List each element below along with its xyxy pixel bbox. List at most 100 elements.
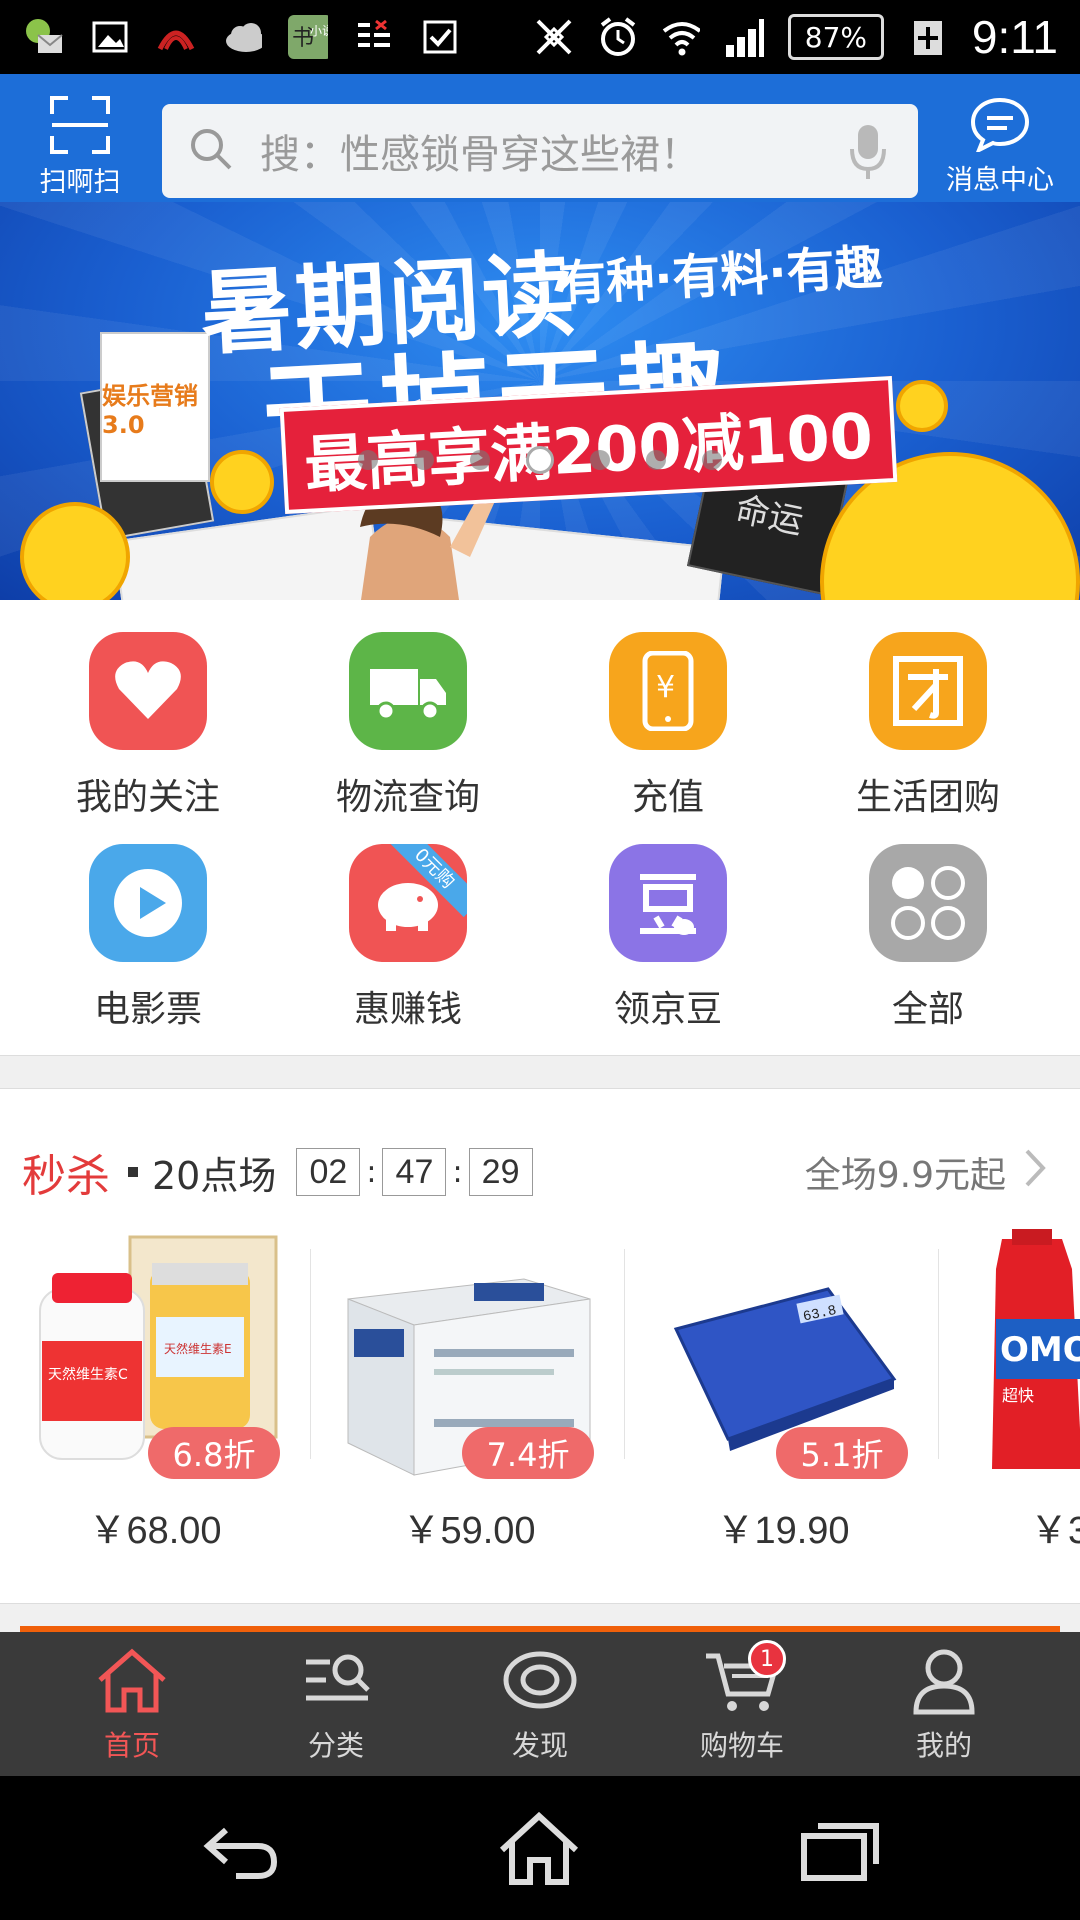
carousel-dot[interactable] <box>646 450 666 470</box>
product-card[interactable]: OMO 超快 ￥3 <box>972 1229 1080 1569</box>
carousel-dot-active[interactable] <box>526 446 554 474</box>
promo-banner[interactable]: 娱乐营销 3.0 命运 暑期阅读 有种·有料·有趣 干掉无趣 最高享满200减1… <box>0 202 1080 600</box>
tab-label: 分类 <box>307 1729 364 1762</box>
phone-recharge-icon: ¥ <box>609 632 727 750</box>
status-bar: 书小说 87% 9:11 <box>0 0 1080 74</box>
product-card[interactable]: 63.8 5.1折 ￥19.90 <box>658 1229 908 1569</box>
microphone-icon[interactable] <box>838 111 898 191</box>
signal-icon <box>724 17 764 57</box>
product-price: ￥19.90 <box>716 1510 850 1552</box>
nfc-off-icon <box>532 17 572 57</box>
search-input[interactable]: 搜：性感锁骨穿这些裙！ <box>260 122 838 180</box>
image-icon <box>90 17 130 57</box>
system-icons: 87% 9:11 <box>532 8 1058 66</box>
system-navigation-bar <box>0 1776 1080 1920</box>
countdown-colon: : <box>366 1154 377 1190</box>
discover-eye-icon <box>500 1646 580 1716</box>
clock: 9:11 <box>971 11 1058 63</box>
product-card[interactable]: 7.4折 ￥59.00 <box>344 1229 594 1569</box>
menu-group-buy[interactable]: 生活团购 <box>798 632 1058 820</box>
scan-button[interactable]: 扫啊扫 <box>30 96 130 199</box>
product-price: ￥59.00 <box>402 1510 536 1552</box>
svg-text:超快: 超快 <box>1002 1386 1034 1405</box>
scan-label: 扫啊扫 <box>39 167 121 198</box>
product-image: OMO 超快 <box>972 1229 1080 1479</box>
tab-label: 发现 <box>511 1729 568 1762</box>
svg-text:OMO: OMO <box>1000 1330 1080 1370</box>
tab-label: 首页 <box>103 1729 160 1762</box>
home-icon <box>92 1646 172 1716</box>
discount-badge: 6.8折 <box>148 1427 280 1479</box>
product-card[interactable]: 天然维生素C 天然维生素E 6.8折 ￥68.00 <box>30 1229 280 1569</box>
bean-icon <box>609 844 727 962</box>
menu-recharge[interactable]: ¥ 充值 <box>538 632 798 820</box>
carousel-dot[interactable] <box>414 450 434 470</box>
checkbox-icon <box>420 17 460 57</box>
svg-text:天然维生素C: 天然维生素C <box>48 1366 128 1383</box>
search-bar[interactable]: 搜：性感锁骨穿这些裙！ <box>162 104 918 198</box>
category-icon <box>296 1646 376 1716</box>
tab-label: 我的 <box>915 1729 972 1762</box>
menu-label: 物流查询 <box>335 777 480 818</box>
quick-menu: 我的关注 物流查询 ¥ 充值 生活团购 电影票 0元购 惠赚钱 领京豆 全部 <box>0 600 1080 1056</box>
message-center-button[interactable]: 消息中心 <box>938 96 1062 197</box>
home-nav-icon[interactable] <box>494 1808 584 1888</box>
menu-label: 电影票 <box>93 989 202 1030</box>
menu-label: 全部 <box>891 989 964 1030</box>
play-icon <box>89 844 207 962</box>
product-image: 7.4折 <box>344 1229 594 1479</box>
discount-badge: 7.4折 <box>462 1427 594 1479</box>
svg-text:小说: 小说 <box>310 23 328 38</box>
svg-text:¥: ¥ <box>656 670 675 705</box>
flash-sale-products: 天然维生素C 天然维生素E 6.8折 ￥68.00 7.4折 ￥59.00 63… <box>0 1229 1080 1569</box>
tab-cart[interactable]: 1 购物车 <box>662 1640 822 1764</box>
user-icon <box>904 1646 984 1716</box>
cloud-icon <box>222 17 262 57</box>
tab-home[interactable]: 首页 <box>52 1646 212 1764</box>
divider <box>310 1249 311 1459</box>
svg-text:天然维生素E: 天然维生素E <box>164 1341 232 1356</box>
carousel-dot[interactable] <box>470 450 490 470</box>
countdown-minutes: 47 <box>382 1148 447 1196</box>
flash-sale-header[interactable]: 秒杀 20点场 02 : 47 : 29 <box>22 1137 533 1207</box>
truck-icon <box>349 632 467 750</box>
product-image: 63.8 5.1折 <box>658 1229 908 1479</box>
recent-apps-icon[interactable] <box>796 1808 886 1888</box>
menu-label: 惠赚钱 <box>353 989 462 1030</box>
flash-sale-more-link[interactable]: 全场9.9元起 <box>805 1137 1046 1207</box>
carousel-dot[interactable] <box>358 450 378 470</box>
product-price: ￥3 <box>1030 1510 1080 1552</box>
notification-icons: 书小说 <box>24 10 460 64</box>
heart-icon <box>89 632 207 750</box>
tab-category[interactable]: 分类 <box>256 1646 416 1764</box>
menu-logistics[interactable]: 物流查询 <box>278 632 538 820</box>
menu-movie-ticket[interactable]: 电影票 <box>18 844 278 1032</box>
divider <box>938 1249 939 1459</box>
menu-label: 领京豆 <box>613 989 722 1030</box>
tab-mine[interactable]: 我的 <box>864 1646 1024 1764</box>
menu-jing-bean[interactable]: 领京豆 <box>538 844 798 1032</box>
carousel-dot[interactable] <box>702 450 722 470</box>
cool-smiley-decoration <box>896 380 948 432</box>
cart-badge: 1 <box>748 1640 786 1678</box>
menu-label: 充值 <box>631 777 704 818</box>
charging-plus-icon <box>908 17 948 57</box>
tab-label: 购物车 <box>699 1729 784 1762</box>
menu-earn-money[interactable]: 0元购 惠赚钱 <box>278 844 538 1032</box>
countdown-hours: 02 <box>296 1148 361 1196</box>
scan-icon <box>50 96 110 154</box>
separator-square <box>128 1167 138 1177</box>
carousel-dot[interactable] <box>590 450 610 470</box>
back-icon[interactable] <box>196 1808 286 1888</box>
menu-my-follow[interactable]: 我的关注 <box>18 632 278 820</box>
piggy-bank-icon: 0元购 <box>349 844 467 962</box>
divider <box>624 1249 625 1459</box>
carousel-indicators <box>0 446 1080 474</box>
menu-all[interactable]: 全部 <box>798 844 1058 1032</box>
flash-sale-more-label: 全场9.9元起 <box>804 1155 1006 1196</box>
message-center-label: 消息中心 <box>946 165 1054 196</box>
tab-discover[interactable]: 发现 <box>460 1646 620 1764</box>
flash-sale-round: 20点场 <box>152 1153 277 1198</box>
battery-indicator: 87% <box>787 14 884 60</box>
alarm-icon <box>596 17 636 57</box>
